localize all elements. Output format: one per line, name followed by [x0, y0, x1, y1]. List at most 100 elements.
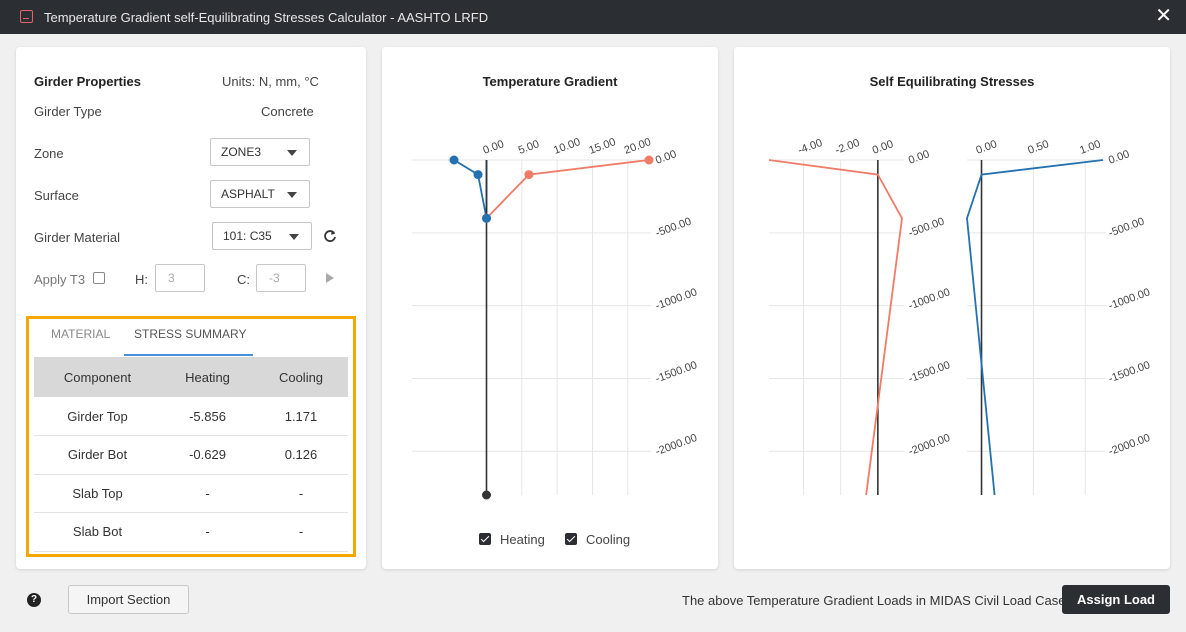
- x-tick-label: 0.50: [1026, 138, 1050, 157]
- play-icon[interactable]: [326, 273, 334, 283]
- table-row: Girder Bot -0.629 0.126: [34, 435, 348, 475]
- surface-select[interactable]: ASPHALT: [210, 180, 310, 208]
- stress-summary-table: Component Heating Cooling Girder Top -5.…: [34, 357, 348, 552]
- y-tick-label: -2000.00: [1107, 432, 1152, 458]
- surface-select-value: ASPHALT: [221, 187, 275, 201]
- help-icon[interactable]: ?: [27, 593, 41, 607]
- table-row: Slab Top - -: [34, 474, 348, 513]
- table-cell: 0.126: [254, 435, 348, 475]
- table-cell: Slab Bot: [34, 512, 161, 552]
- table-cell: 1.171: [254, 397, 348, 436]
- cooling-data-point: [473, 170, 483, 180]
- heating-legend-label: Heating: [500, 532, 545, 547]
- chart-series: [449, 155, 654, 500]
- table-cell: Girder Bot: [34, 435, 161, 475]
- app-logo-icon: [20, 10, 33, 23]
- heating-data-point: [644, 155, 654, 165]
- x-tick-label: 15.00: [587, 136, 617, 157]
- units-label: Units: N, mm, °C: [222, 74, 319, 89]
- table-row: Slab Bot - -: [34, 512, 348, 552]
- surface-label: Surface: [34, 188, 79, 203]
- y-tick-label: -1000.00: [907, 286, 952, 312]
- h-input[interactable]: 3: [155, 264, 205, 292]
- x-tick-label: 0.00: [974, 138, 998, 157]
- y-tick-label: -2000.00: [907, 432, 952, 458]
- c-input[interactable]: -3: [256, 264, 306, 292]
- heating-series-line: [485, 159, 650, 221]
- temperature-gradient-chart: 0.00 5.00 10.00 15.00 20.000.00-500.00-1000.…: [412, 136, 699, 500]
- h-label: H:: [135, 272, 148, 287]
- self-equilibrating-stresses-chart: -4.00 -2.00 0.00 0.00 0.50 1.00 0.00 0.00 -500.0…: [768, 137, 1152, 496]
- cooling-data-point: [482, 213, 491, 223]
- column-header-component: Component: [34, 357, 161, 397]
- table-cell: -: [161, 512, 254, 552]
- c-label: C:: [237, 272, 250, 287]
- y-tick-label: -1500.00: [1107, 359, 1152, 385]
- zone-select[interactable]: ZONE3: [210, 138, 310, 166]
- x-tick-label: 0.00: [481, 138, 505, 157]
- column-header-cooling: Cooling: [254, 357, 348, 397]
- x-tick-label: 20.00: [623, 136, 653, 157]
- import-section-button[interactable]: Import Section: [68, 585, 189, 614]
- table-cell: -: [254, 512, 348, 552]
- y-tick-label: 0.00: [654, 148, 678, 167]
- cooling-series-line: [453, 159, 488, 219]
- table-cell: -: [161, 474, 254, 513]
- chart-grid: [412, 159, 651, 495]
- cooling-series-line: [966, 159, 1104, 496]
- cooling-legend-label: Cooling: [586, 532, 631, 547]
- assign-load-button[interactable]: Assign Load: [1062, 585, 1170, 614]
- heating-data-point: [524, 170, 534, 180]
- chevron-down-icon: [287, 150, 297, 156]
- y-tick-label: -500.00: [654, 216, 693, 240]
- y-tick-label: -500.00: [907, 216, 946, 240]
- chart-tick-labels: 0.00 5.00 10.00 15.00 20.000.00-500.00-1000.…: [481, 136, 698, 458]
- x-tick-label: 10.00: [552, 136, 582, 157]
- table-row: Girder Top -5.856 1.171: [34, 397, 348, 436]
- girder-properties-heading: Girder Properties: [34, 74, 141, 89]
- heating-series-line: [768, 159, 903, 496]
- heating-legend-checkbox[interactable]: [479, 533, 491, 545]
- apply-t3-checkbox[interactable]: [93, 272, 105, 284]
- close-icon[interactable]: ✕: [1155, 6, 1172, 26]
- zone-select-value: ZONE3: [221, 145, 262, 159]
- chevron-down-icon: [289, 234, 299, 240]
- table-cell: -: [254, 474, 348, 513]
- zone-label: Zone: [34, 146, 64, 161]
- title-bar: Temperature Gradient self-Equilibrating …: [0, 0, 1186, 34]
- refresh-icon[interactable]: [323, 229, 337, 243]
- chevron-down-icon: [287, 192, 297, 198]
- table-cell: Girder Top: [34, 397, 161, 436]
- window-title: Temperature Gradient self-Equilibrating …: [44, 10, 489, 25]
- x-tick-label: -4.00: [796, 137, 824, 157]
- x-tick-label: 1.00: [1078, 138, 1102, 157]
- y-tick-label: 0.00: [1107, 148, 1131, 167]
- y-tick-label: 0.00: [907, 148, 931, 167]
- table-header-row: Component Heating Cooling: [34, 357, 348, 397]
- apply-t3-label: Apply T3: [34, 272, 86, 287]
- tab-stress-summary[interactable]: STRESS SUMMARY: [134, 327, 246, 341]
- x-tick-label: -2.00: [834, 137, 862, 157]
- x-tick-label: 0.00: [871, 138, 895, 157]
- y-tick-label: -1500.00: [907, 359, 952, 385]
- cooling-data-point: [449, 155, 459, 165]
- axis-end-point: [482, 490, 491, 500]
- girder-type-value: Concrete: [261, 104, 314, 119]
- table-cell: Slab Top: [34, 474, 161, 513]
- tab-material[interactable]: MATERIAL: [51, 327, 110, 341]
- x-tick-label: 5.00: [517, 138, 541, 157]
- girder-material-select-value: 101: C35: [223, 229, 272, 243]
- table-cell: -5.856: [161, 397, 254, 436]
- y-tick-label: -2000.00: [654, 432, 699, 458]
- y-tick-label: -1000.00: [654, 286, 699, 312]
- girder-material-select[interactable]: 101: C35: [212, 222, 312, 250]
- y-tick-label: -1000.00: [1107, 286, 1152, 312]
- girder-material-label: Girder Material: [34, 230, 120, 245]
- table-cell: -0.629: [161, 435, 254, 475]
- girder-type-label: Girder Type: [34, 104, 102, 119]
- y-tick-label: -1500.00: [654, 359, 699, 385]
- footer-note: The above Temperature Gradient Loads in …: [682, 593, 1072, 608]
- cooling-legend-checkbox[interactable]: [565, 533, 577, 545]
- y-tick-label: -500.00: [1107, 216, 1146, 240]
- column-header-heating: Heating: [161, 357, 254, 397]
